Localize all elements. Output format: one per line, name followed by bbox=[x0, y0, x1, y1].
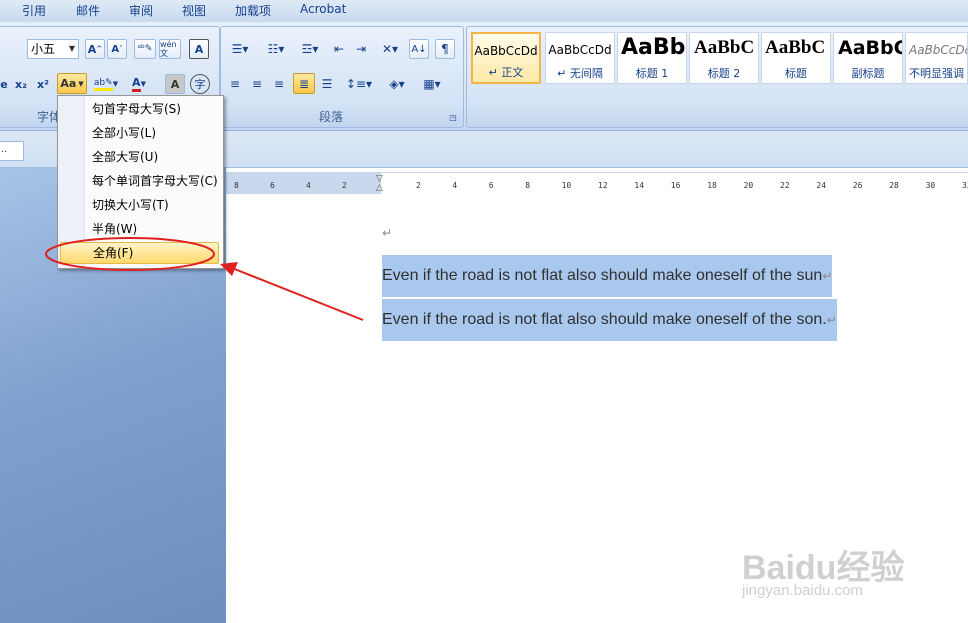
annotation-arrow-line bbox=[231, 267, 364, 321]
watermark-url: jingyan.baidu.com bbox=[742, 582, 863, 599]
annotation-ellipse bbox=[45, 237, 215, 271]
annotation-overlay bbox=[45, 237, 364, 321]
